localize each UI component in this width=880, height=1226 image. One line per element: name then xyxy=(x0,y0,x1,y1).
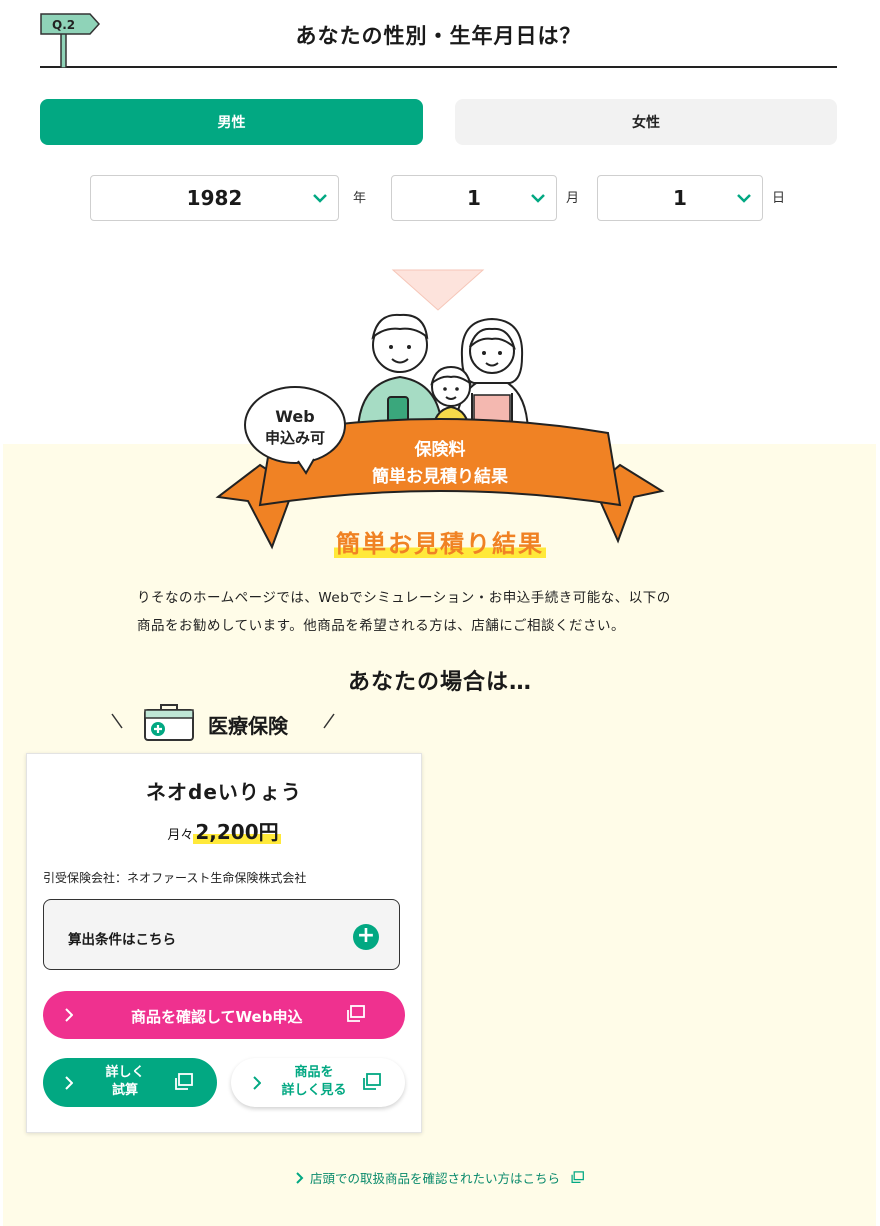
detailed-calc-label: 詳しく 試算 xyxy=(95,1064,155,1100)
product-detail-label: 商品を 詳しく見る xyxy=(271,1064,357,1100)
web-apply-label: 商品を確認してWeb申込 xyxy=(131,1008,303,1026)
label-line: 詳しく見る xyxy=(281,1083,347,1098)
intro-line: りそなのホームページでは、Webでシミュレーション・お申込手続き可能な、以下の xyxy=(137,590,671,606)
insurer-text: 引受保険会社：ネオファースト生命保険株式会社 xyxy=(43,871,307,885)
price-row: 月々 2,200円 xyxy=(27,816,421,845)
chevron-right-icon xyxy=(65,1076,73,1090)
accent-line-icon xyxy=(323,713,335,729)
your-case-heading: あなたの場合は… xyxy=(347,670,532,695)
intro-line: 商品をお勧めしています。他商品を希望される方は、店舗にご相談ください。 xyxy=(137,618,625,634)
father-figure xyxy=(356,313,444,431)
birth-day-value: 1 xyxy=(673,186,687,210)
chevron-down-icon xyxy=(737,194,751,203)
label-line: 試算 xyxy=(111,1083,138,1098)
year-unit: 年 xyxy=(353,191,367,206)
day-unit: 日 xyxy=(772,191,786,206)
result-intro: りそなのホームページでは、Webでシミュレーション・お申込手続き可能な、以下の … xyxy=(137,584,747,640)
gender-female-button[interactable]: 女性 xyxy=(455,99,837,145)
external-link-icon xyxy=(347,1005,365,1022)
badge-line2: 申込み可 xyxy=(265,429,325,447)
category-label: 医療保険 xyxy=(208,714,288,738)
family-ribbon-illustration: 保険料 簡単お見積り結果 Web 申込み可 xyxy=(215,269,665,550)
birth-year-value: 1982 xyxy=(186,186,243,210)
chevron-right-icon xyxy=(296,1172,304,1184)
store-link-label: 店頭での取扱商品を確認されたい方はこちら xyxy=(310,1171,561,1186)
detailed-calc-button[interactable]: 詳しく 試算 xyxy=(43,1058,217,1107)
product-card: ネオdeいりょう 月々 2,200円 引受保険会社：ネオファースト生命保険株式会社… xyxy=(26,753,422,1133)
accent-line-icon xyxy=(111,713,123,729)
product-name: ネオdeいりょう xyxy=(146,780,302,804)
question-header: Q.2 あなたの性別・生年月日は？ xyxy=(40,0,837,68)
label-line: 詳しく xyxy=(105,1065,145,1080)
first-aid-kit-icon xyxy=(144,704,194,741)
external-link-icon xyxy=(175,1073,193,1090)
ribbon-line1: 保険料 xyxy=(414,439,466,460)
result-heading-text: 簡単お見積り結果 xyxy=(334,530,546,558)
conditions-label: 算出条件はこちら xyxy=(68,932,176,948)
badge-line1: Web xyxy=(275,407,314,426)
plus-icon: + xyxy=(353,924,379,950)
product-detail-button[interactable]: 商品を 詳しく見る xyxy=(231,1058,405,1107)
birth-year-select[interactable]: 1982 xyxy=(90,175,339,221)
price-value: 2,200円 xyxy=(193,820,281,844)
birth-day-select[interactable]: 1 xyxy=(597,175,763,221)
chevron-right-icon xyxy=(65,1008,73,1022)
label-line: 商品を xyxy=(294,1065,334,1080)
ribbon-line2: 簡単お見積り結果 xyxy=(371,466,508,487)
month-unit: 月 xyxy=(566,191,580,206)
category-row: 医療保険 xyxy=(108,702,348,742)
conditions-accordion[interactable]: 算出条件はこちら + xyxy=(43,899,400,970)
gender-male-button[interactable]: 男性 xyxy=(40,99,423,145)
birth-month-value: 1 xyxy=(467,186,481,210)
web-apply-button[interactable]: 商品を確認してWeb申込 xyxy=(43,991,405,1039)
price-unit: 月々 xyxy=(167,828,194,843)
store-products-link[interactable]: 店頭での取扱商品を確認されたい方はこちら xyxy=(0,1168,880,1187)
result-heading: 簡単お見積り結果 xyxy=(0,524,880,559)
external-link-icon xyxy=(571,1171,584,1184)
question-title: あなたの性別・生年月日は？ xyxy=(295,24,582,48)
chevron-right-icon xyxy=(253,1076,261,1090)
external-link-icon xyxy=(363,1073,381,1090)
chevron-down-icon xyxy=(313,194,327,203)
birth-month-select[interactable]: 1 xyxy=(391,175,557,221)
chevron-down-icon xyxy=(531,194,545,203)
